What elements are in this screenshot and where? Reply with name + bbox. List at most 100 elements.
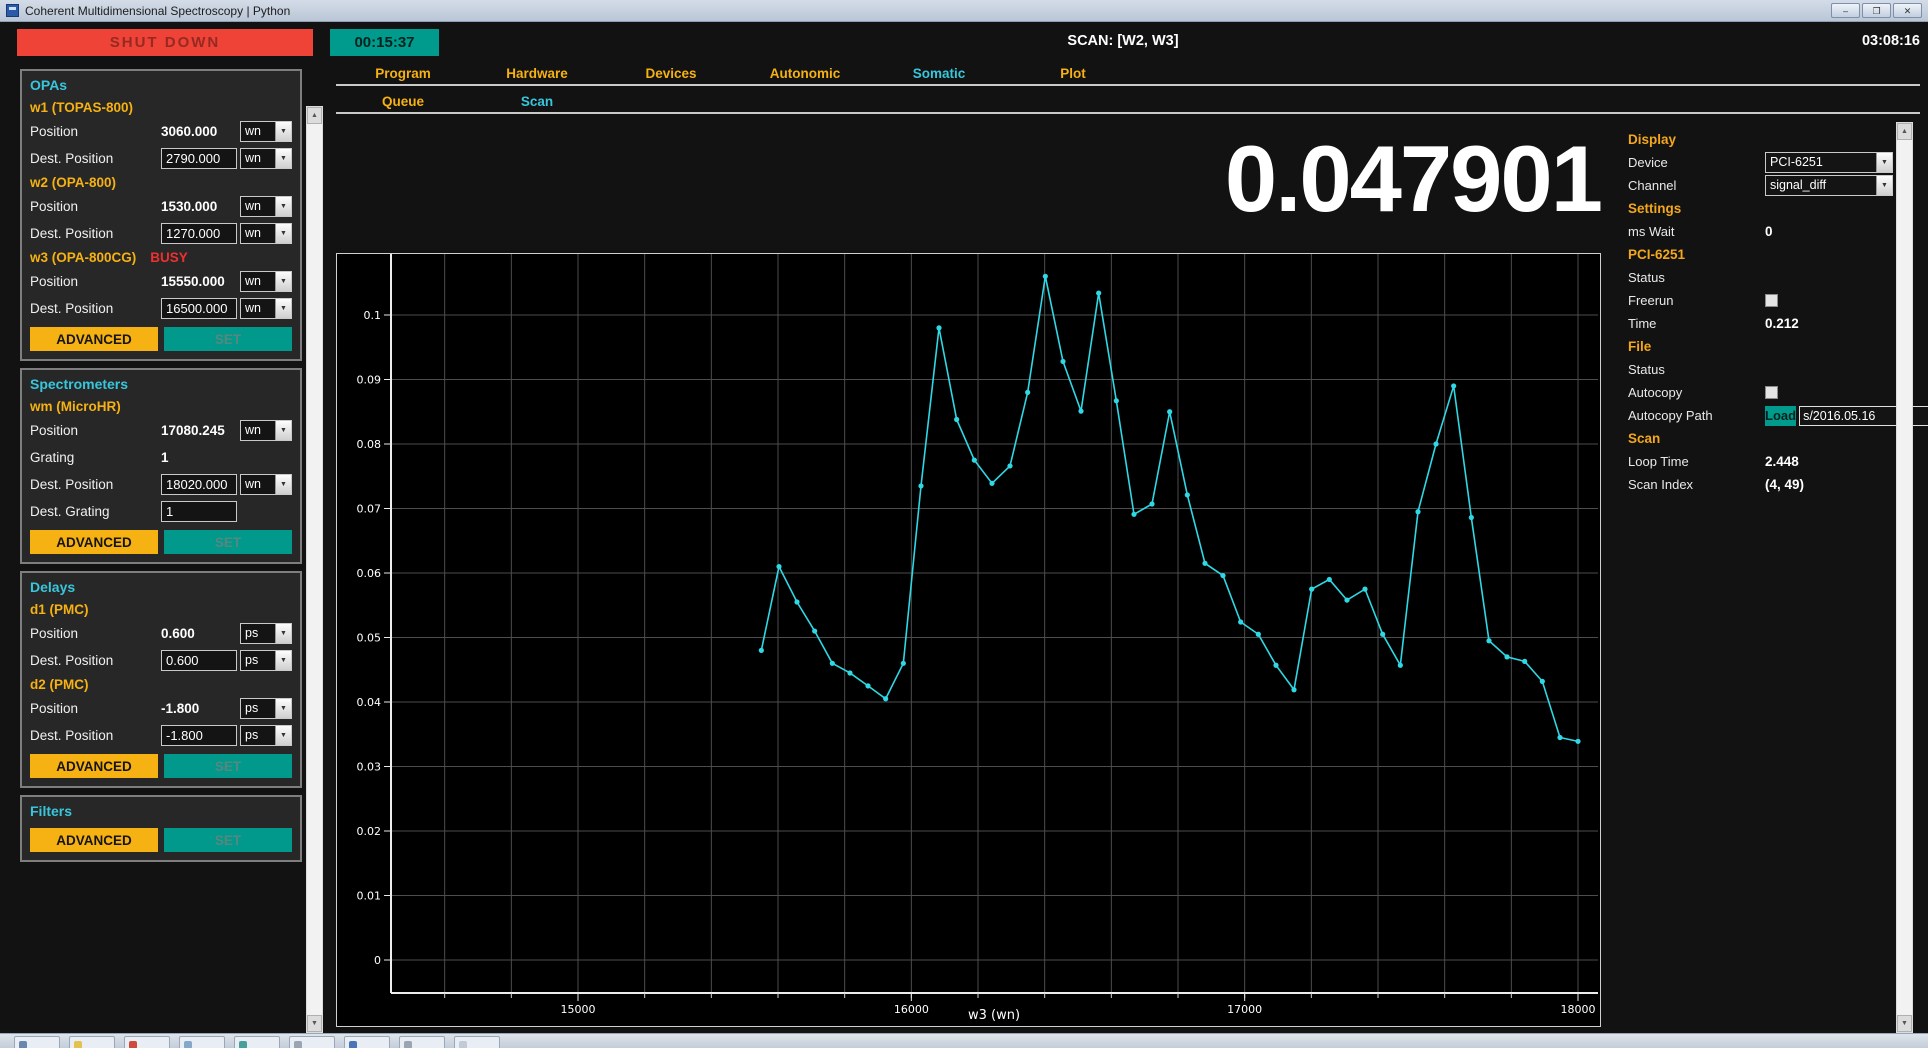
chevron-down-icon[interactable] bbox=[275, 272, 291, 291]
chevron-down-icon[interactable] bbox=[275, 475, 291, 494]
time-row: Time 0.212 bbox=[1628, 312, 1896, 335]
wm-dest-input[interactable] bbox=[161, 474, 237, 495]
w1-dest-units-combo[interactable]: wn bbox=[240, 148, 292, 169]
taskbar-app-8[interactable] bbox=[399, 1036, 445, 1048]
autocopy-checkbox[interactable] bbox=[1765, 386, 1778, 399]
chevron-down-icon[interactable] bbox=[275, 122, 291, 141]
chevron-down-icon[interactable] bbox=[275, 299, 291, 318]
chevron-down-icon[interactable] bbox=[275, 699, 291, 718]
chevron-down-icon[interactable] bbox=[275, 224, 291, 243]
freerun-label: Freerun bbox=[1628, 293, 1765, 308]
freerun-checkbox[interactable] bbox=[1765, 294, 1778, 307]
d2-dest-input[interactable] bbox=[161, 725, 237, 746]
chevron-down-icon[interactable] bbox=[275, 726, 291, 745]
dest-position-label: Dest. Position bbox=[30, 653, 161, 668]
spectrometers-set-button[interactable]: SET bbox=[164, 530, 292, 554]
chevron-down-icon[interactable] bbox=[275, 197, 291, 216]
tab-scan[interactable]: Scan bbox=[470, 94, 604, 109]
chevron-down-icon[interactable] bbox=[275, 149, 291, 168]
signal-chart: 00.010.020.030.040.050.060.070.080.090.1… bbox=[337, 254, 1600, 1026]
tab-plot[interactable]: Plot bbox=[1006, 66, 1140, 81]
d1-dest-units-combo[interactable]: ps bbox=[240, 650, 292, 671]
d1-units-combo[interactable]: ps bbox=[240, 623, 292, 644]
svg-text:0.01: 0.01 bbox=[357, 890, 382, 903]
opa-w3-name: w3 (OPA-800CG)BUSY bbox=[30, 247, 292, 268]
tab-queue[interactable]: Queue bbox=[336, 94, 470, 109]
scan-index-value: (4, 49) bbox=[1765, 477, 1804, 492]
main-tab-divider bbox=[336, 84, 1920, 86]
svg-text:0.05: 0.05 bbox=[357, 632, 382, 645]
wm-position-value: 17080.245 bbox=[161, 423, 237, 438]
taskbar-app-5[interactable] bbox=[234, 1036, 280, 1048]
tab-somatic[interactable]: Somatic bbox=[872, 66, 1006, 81]
tab-autonomic[interactable]: Autonomic bbox=[738, 66, 872, 81]
main-scrollbar[interactable]: ▲ ▼ bbox=[1896, 122, 1913, 1033]
sidebar-scrollbar[interactable]: ▲ ▼ bbox=[306, 106, 323, 1033]
wm-dest-grating-input[interactable] bbox=[161, 501, 237, 522]
svg-text:18000: 18000 bbox=[1561, 1003, 1596, 1016]
tab-devices[interactable]: Devices bbox=[604, 66, 738, 81]
wm-position-row: Position 17080.245 wn bbox=[30, 417, 292, 444]
filters-advanced-button[interactable]: ADVANCED bbox=[30, 828, 158, 852]
opas-advanced-button[interactable]: ADVANCED bbox=[30, 327, 158, 351]
w2-units-combo[interactable]: wn bbox=[240, 196, 292, 217]
tab-hardware[interactable]: Hardware bbox=[470, 66, 604, 81]
device-combo[interactable]: PCI-6251 bbox=[1765, 152, 1893, 173]
scroll-down-icon[interactable]: ▼ bbox=[307, 1015, 322, 1032]
channel-combo[interactable]: signal_diff bbox=[1765, 175, 1893, 196]
load-button[interactable]: Load bbox=[1765, 406, 1796, 426]
taskbar-app-2[interactable] bbox=[69, 1036, 115, 1048]
wm-dest-units-combo[interactable]: wn bbox=[240, 474, 292, 495]
opa-w1-name-text: w1 (TOPAS-800) bbox=[30, 100, 133, 115]
w2-dest-input[interactable] bbox=[161, 223, 237, 244]
loop-time-value: 2.448 bbox=[1765, 454, 1799, 469]
taskbar-app-3[interactable] bbox=[124, 1036, 170, 1048]
minimize-button[interactable]: – bbox=[1831, 3, 1860, 18]
scroll-up-icon[interactable]: ▲ bbox=[307, 107, 322, 124]
filters-set-button[interactable]: SET bbox=[164, 828, 292, 852]
dest-position-label: Dest. Position bbox=[30, 728, 161, 743]
scroll-down-icon[interactable]: ▼ bbox=[1897, 1015, 1912, 1032]
chevron-down-icon[interactable] bbox=[275, 651, 291, 670]
delays-advanced-button[interactable]: ADVANCED bbox=[30, 754, 158, 778]
w3-position-row: Position 15550.000 wn bbox=[30, 268, 292, 295]
maximize-button[interactable]: ❐ bbox=[1862, 3, 1891, 18]
position-label: Position bbox=[30, 626, 161, 641]
w1-units-combo[interactable]: wn bbox=[240, 121, 292, 142]
taskbar-app-9[interactable] bbox=[454, 1036, 500, 1048]
d2-units-combo[interactable]: ps bbox=[240, 698, 292, 719]
spectrometers-advanced-button[interactable]: ADVANCED bbox=[30, 530, 158, 554]
file-section-title: File bbox=[1628, 335, 1896, 358]
file-status-row: Status bbox=[1628, 358, 1896, 381]
wm-dest-row: Dest. Position wn bbox=[30, 471, 292, 498]
chevron-down-icon[interactable] bbox=[275, 624, 291, 643]
wm-units-combo[interactable]: wn bbox=[240, 420, 292, 441]
chevron-down-icon[interactable] bbox=[275, 421, 291, 440]
delays-set-button[interactable]: SET bbox=[164, 754, 292, 778]
app-icon bbox=[129, 1041, 137, 1048]
scroll-up-icon[interactable]: ▲ bbox=[1897, 123, 1912, 140]
taskbar-app-1[interactable] bbox=[14, 1036, 60, 1048]
w3-dest-units-combo[interactable]: wn bbox=[240, 298, 292, 319]
taskbar-app-7[interactable] bbox=[344, 1036, 390, 1048]
chevron-down-icon[interactable] bbox=[1876, 176, 1892, 195]
close-button[interactable]: ✕ bbox=[1893, 3, 1922, 18]
units-value: wn bbox=[241, 475, 275, 494]
shutdown-button[interactable]: SHUT DOWN bbox=[17, 29, 313, 56]
d1-dest-input[interactable] bbox=[161, 650, 237, 671]
channel-row: Channel signal_diff bbox=[1628, 174, 1896, 197]
w3-dest-input[interactable] bbox=[161, 298, 237, 319]
opas-set-button[interactable]: SET bbox=[164, 327, 292, 351]
taskbar-app-4[interactable] bbox=[179, 1036, 225, 1048]
opa-w2-name: w2 (OPA-800) bbox=[30, 172, 292, 193]
w2-dest-units-combo[interactable]: wn bbox=[240, 223, 292, 244]
taskbar-app-6[interactable] bbox=[289, 1036, 335, 1048]
w1-dest-input[interactable] bbox=[161, 148, 237, 169]
w3-units-combo[interactable]: wn bbox=[240, 271, 292, 292]
d2-dest-units-combo[interactable]: ps bbox=[240, 725, 292, 746]
device-label: Device bbox=[1628, 155, 1765, 170]
autocopy-path-row: Autocopy Path Load bbox=[1628, 404, 1896, 427]
tab-program[interactable]: Program bbox=[336, 66, 470, 81]
chevron-down-icon[interactable] bbox=[1876, 153, 1892, 172]
opas-panel: OPAs w1 (TOPAS-800) Position 3060.000 wn… bbox=[20, 69, 302, 361]
